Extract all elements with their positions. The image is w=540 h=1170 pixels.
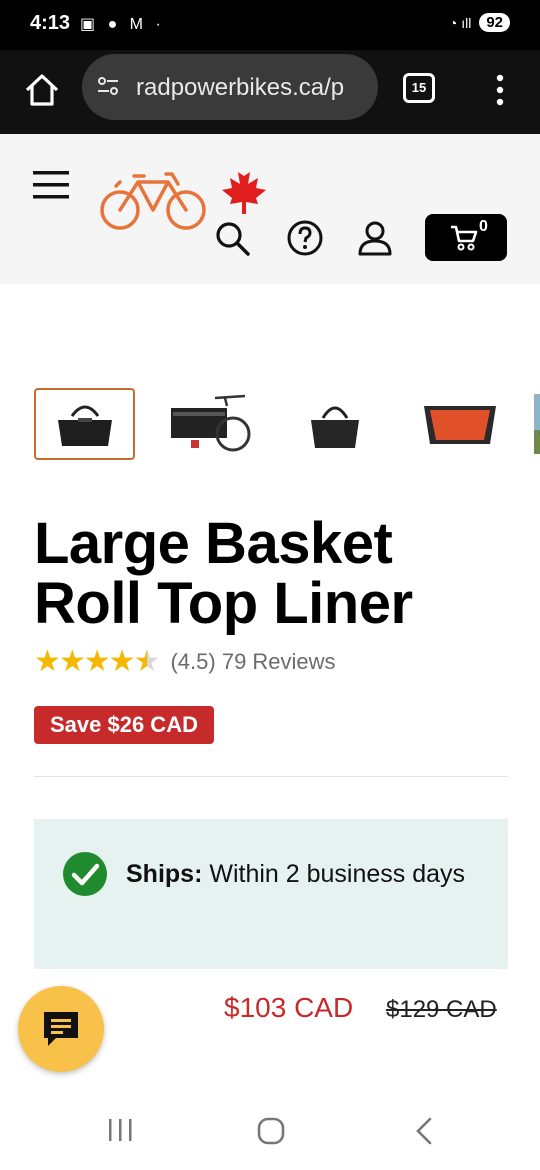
more-options-icon[interactable] — [490, 70, 510, 110]
account-icon[interactable] — [357, 220, 393, 256]
original-price: $129 CAD — [386, 996, 497, 1023]
rating-text: (4.5) 79 Reviews — [170, 648, 336, 674]
notification-icons: ▣ ● M · — [80, 16, 165, 33]
battery-indicator: 92 — [479, 13, 510, 32]
thumbnail-2[interactable] — [159, 388, 260, 460]
search-icon[interactable] — [214, 220, 250, 256]
product-thumbnails — [34, 388, 540, 460]
status-right: ◔ ıll 92 — [449, 13, 510, 32]
browser-toolbar: radpowerbikes.ca/p 15 — [0, 50, 540, 134]
back-nav-icon[interactable] — [410, 1116, 438, 1146]
status-time: 4:13 — [30, 12, 71, 34]
menu-icon[interactable] — [33, 169, 69, 201]
home-nav-icon[interactable] — [256, 1116, 286, 1146]
recent-apps-icon[interactable] — [106, 1116, 134, 1144]
checkmark-icon — [63, 852, 107, 896]
cart-button[interactable]: 0 — [425, 214, 507, 261]
wifi-icon: ◔ ıll — [448, 14, 472, 31]
rad-power-bikes-logo[interactable] — [98, 152, 278, 232]
save-badge: Save $26 CAD — [34, 706, 214, 744]
bag-thumbnail-image — [57, 405, 112, 446]
open-bag-thumbnail-image — [423, 406, 496, 444]
home-icon[interactable] — [22, 70, 62, 110]
ships-label: Ships: — [126, 860, 203, 888]
sale-price: $103 CAD — [224, 992, 354, 1023]
bag-side-thumbnail-image — [310, 406, 359, 448]
status-bar: 4:13 ▣ ● M · ◔ ıll 92 — [0, 0, 540, 50]
product-title: Large Basket Roll Top Liner — [34, 511, 413, 636]
thumbnail-5[interactable] — [534, 388, 540, 460]
thumbnail-1[interactable] — [34, 388, 135, 460]
product-rating[interactable]: ★★★★★ (4.5) 79 Reviews — [34, 644, 336, 679]
address-bar[interactable]: radpowerbikes.ca/p — [82, 54, 378, 120]
bike-basket-thumbnail-image — [170, 394, 250, 452]
thumbnail-4[interactable] — [409, 388, 510, 460]
thumbnail-3[interactable] — [284, 388, 385, 460]
system-nav-bar — [0, 1090, 540, 1170]
shipping-text: Ships: Within 2 business days — [126, 849, 486, 899]
site-settings-icon[interactable] — [96, 74, 120, 98]
url-text: radpowerbikes.ca/p — [136, 74, 345, 101]
shipping-info: Ships: Within 2 business days — [34, 819, 508, 969]
tab-switcher-button[interactable]: 15 — [403, 73, 435, 103]
ships-value: Within 2 business days — [202, 860, 466, 888]
site-header: 0 — [0, 134, 540, 284]
divider — [34, 776, 508, 777]
chat-icon — [44, 1012, 78, 1046]
lifestyle-thumbnail-image — [534, 394, 540, 454]
chat-button[interactable] — [18, 986, 104, 1072]
rating-stars-icon: ★★★★★ — [34, 645, 160, 678]
help-icon[interactable] — [287, 220, 323, 256]
cart-count: 0 — [479, 218, 488, 235]
cart-icon — [451, 225, 478, 251]
